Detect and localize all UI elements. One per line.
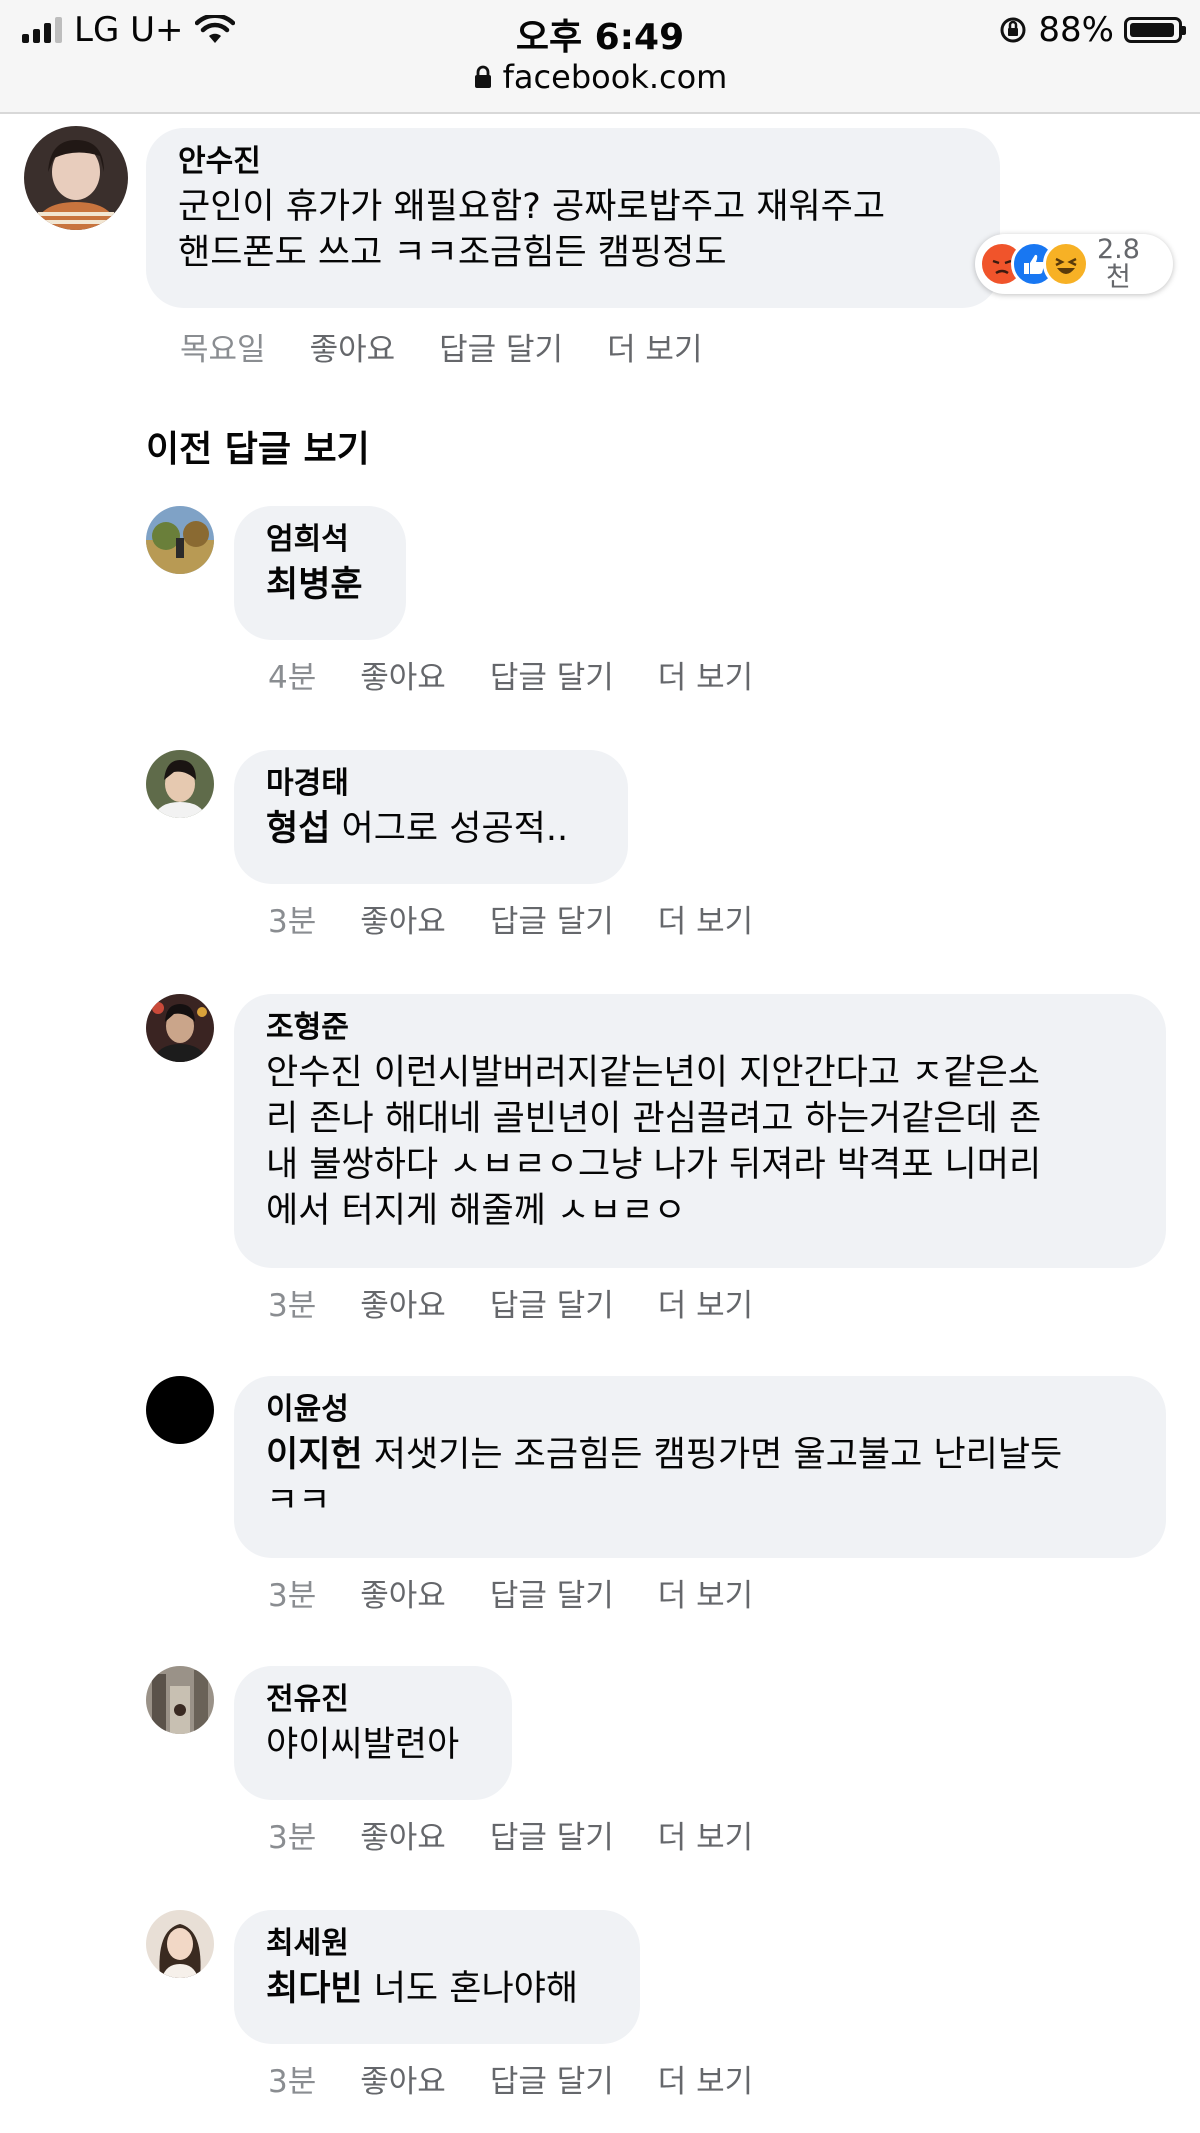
like-button[interactable]: 좋아요 <box>360 1280 446 1325</box>
view-previous-replies[interactable]: 이전 답글 보기 <box>146 420 370 472</box>
lock-icon <box>474 65 491 88</box>
reply-text-line: 리 존나 해대네 골빈년이 관심끌려고 하는거같은데 존 <box>266 1099 1042 1139</box>
reply-author[interactable]: 전유진 <box>266 1678 480 1722</box>
avatar[interactable] <box>146 994 214 1062</box>
reply-button[interactable]: 답글 달기 <box>490 896 614 941</box>
reply-button[interactable]: 답글 달기 <box>490 652 614 697</box>
reply-author[interactable]: 엄희석 <box>266 518 374 562</box>
comment-author[interactable]: 안수진 <box>178 140 968 184</box>
more-button[interactable]: 더 보기 <box>658 1812 753 1857</box>
tagged-name[interactable]: 형섭 <box>266 809 330 849</box>
avatar[interactable] <box>24 126 128 230</box>
comment-bubble: 안수진 군인이 휴가가 왜필요함? 공짜로밥주고 재워주고 핸드폰도 쓰고 ㅋㅋ… <box>146 128 1000 308</box>
url-text: facebook.com <box>502 58 728 96</box>
more-button[interactable]: 더 보기 <box>658 1570 753 1615</box>
reply-text-line: 안수진 이런시발버러지같는년이 지안간다고 ㅈ같은소 <box>266 1053 1040 1093</box>
avatar[interactable] <box>146 750 214 818</box>
haha-icon <box>1043 241 1089 287</box>
comment-text-line: 핸드폰도 쓰고 ㅋㅋ조금힘든 캠핑정도 <box>178 233 727 273</box>
reaction-summary[interactable]: 2.8 천 <box>975 234 1173 294</box>
reply-bubble: 전유진 야이씨발련아 <box>234 1666 512 1800</box>
reply-actions: 3분 좋아요 답글 달기 더 보기 <box>268 896 753 941</box>
avatar[interactable] <box>146 1910 214 1978</box>
more-button[interactable]: 더 보기 <box>607 324 702 369</box>
orientation-lock-icon <box>1000 17 1026 43</box>
avatar[interactable] <box>146 506 214 574</box>
battery-percent: 88% <box>1038 10 1114 50</box>
reply-button[interactable]: 답글 달기 <box>439 324 563 369</box>
reply-button[interactable]: 답글 달기 <box>490 1812 614 1857</box>
reply-text-line: 최병훈 <box>266 562 374 608</box>
like-button[interactable]: 좋아요 <box>360 2056 446 2101</box>
tagged-name[interactable]: 이지헌 <box>266 1435 363 1475</box>
reply-time[interactable]: 3분 <box>268 1812 316 1857</box>
comment-text-line: 군인이 휴가가 왜필요함? 공짜로밥주고 재워주고 <box>178 187 886 227</box>
reply-actions: 3분 좋아요 답글 달기 더 보기 <box>268 2056 753 2101</box>
reply-actions: 3분 좋아요 답글 달기 더 보기 <box>268 1812 753 1857</box>
reply-time[interactable]: 3분 <box>268 896 316 941</box>
reply-author[interactable]: 이윤성 <box>266 1388 1134 1432</box>
like-button[interactable]: 좋아요 <box>310 324 396 369</box>
reply-time[interactable]: 3분 <box>268 1280 316 1325</box>
more-button[interactable]: 더 보기 <box>658 2056 753 2101</box>
avatar[interactable] <box>146 1666 214 1734</box>
reply-time[interactable]: 3분 <box>268 2056 316 2101</box>
reply-text-line: 최다빈 너도 혼나야해 <box>266 1969 579 2009</box>
like-button[interactable]: 좋아요 <box>360 1812 446 1857</box>
reply-text-line: 이지헌 저샛기는 조금힘든 캠핑가면 울고불고 난리날듯 <box>266 1435 1063 1475</box>
reply-author[interactable]: 최세원 <box>266 1922 608 1966</box>
like-button[interactable]: 좋아요 <box>360 652 446 697</box>
avatar[interactable] <box>146 1376 214 1444</box>
status-right: 88% <box>998 8 1186 52</box>
like-button[interactable]: 좋아요 <box>360 1570 446 1615</box>
more-button[interactable]: 더 보기 <box>658 652 753 697</box>
reply-author[interactable]: 조형준 <box>266 1006 1134 1050</box>
reply-bubble: 마경태 형섭 어그로 성공적.. <box>234 750 628 884</box>
reply-button[interactable]: 답글 달기 <box>490 1570 614 1615</box>
reply-button[interactable]: 답글 달기 <box>490 2056 614 2101</box>
reply-bubble: 엄희석 최병훈 <box>234 506 406 640</box>
address-bar[interactable]: facebook.com <box>0 58 1200 96</box>
reply-actions: 3분 좋아요 답글 달기 더 보기 <box>268 1280 753 1325</box>
reply-text-line: 형섭 어그로 성공적.. <box>266 809 569 849</box>
reply-text-line: 내 불쌍하다 ㅅㅂㄹㅇ그냥 나가 뒤져라 박격포 니머리 <box>266 1145 1042 1185</box>
reply-bubble: 이윤성 이지헌 저샛기는 조금힘든 캠핑가면 울고불고 난리날듯 ㅋㅋ <box>234 1376 1166 1558</box>
reply-actions: 3분 좋아요 답글 달기 더 보기 <box>268 1570 753 1615</box>
reply-text-line: 에서 터지게 해줄께 ㅅㅂㄹㅇ <box>266 1191 686 1231</box>
reply-text-line: ㅋㅋ <box>266 1481 331 1521</box>
reaction-count: 2.8 천 <box>1097 234 1140 293</box>
like-button[interactable]: 좋아요 <box>360 896 446 941</box>
more-button[interactable]: 더 보기 <box>658 896 753 941</box>
comment-time[interactable]: 목요일 <box>180 324 266 369</box>
tagged-name[interactable]: 최다빈 <box>266 1969 363 2009</box>
reply-author[interactable]: 마경태 <box>266 762 596 806</box>
reply-bubble: 최세원 최다빈 너도 혼나야해 <box>234 1910 640 2044</box>
battery-icon <box>1124 17 1186 43</box>
tagged-name[interactable]: 최병훈 <box>266 565 363 605</box>
reply-bubble: 조형준 안수진 이런시발버러지같는년이 지안간다고 ㅈ같은소 리 존나 해대네 … <box>234 994 1166 1268</box>
reply-time[interactable]: 3분 <box>268 1570 316 1615</box>
reply-time[interactable]: 4분 <box>268 652 316 697</box>
status-bar: LG U+ 오후 6:49 88% facebook.com <box>0 0 1200 114</box>
reply-button[interactable]: 답글 달기 <box>490 1280 614 1325</box>
reply-text-line: 야이씨발련아 <box>266 1725 460 1765</box>
comment-actions: 목요일 좋아요 답글 달기 더 보기 <box>180 324 702 369</box>
more-button[interactable]: 더 보기 <box>658 1280 753 1325</box>
reply-actions: 4분 좋아요 답글 달기 더 보기 <box>268 652 753 697</box>
